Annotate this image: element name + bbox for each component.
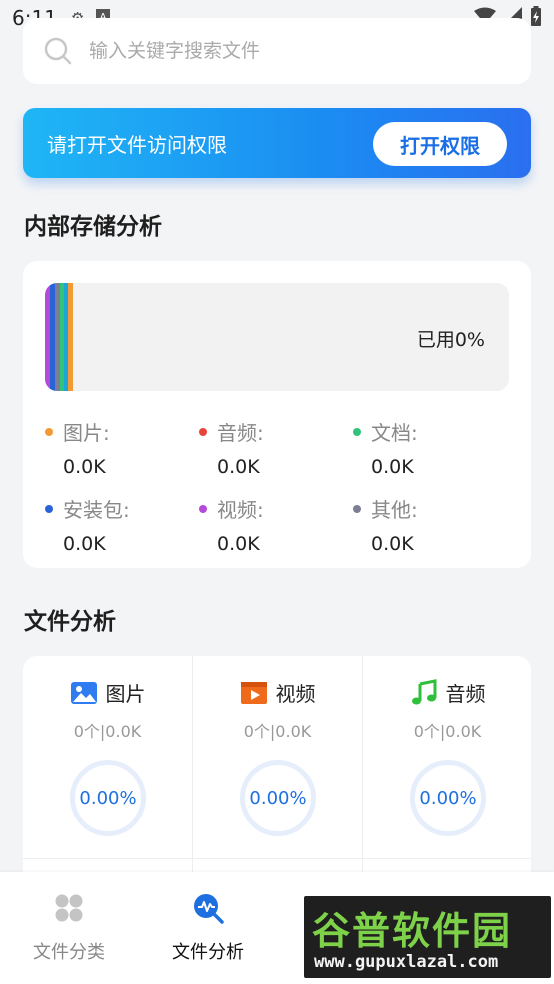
analysis-percent-ring: 0.00% xyxy=(410,760,486,836)
legend-dot xyxy=(199,504,207,513)
search-input[interactable] xyxy=(89,40,469,62)
legend-label: 其他: xyxy=(371,498,418,522)
analysis-item-label: 视频 xyxy=(275,682,316,706)
nav-tab-file-category[interactable]: 文件分类 xyxy=(14,892,124,964)
legend-label: 视频: xyxy=(217,498,264,522)
storage-section-title: 内部存储分析 xyxy=(24,214,162,240)
divider xyxy=(23,858,531,859)
legend-item-document: 文档: 0.0K xyxy=(353,417,493,478)
used-percent-label: 已用0% xyxy=(416,329,485,351)
analysis-item-audio[interactable]: 音频 0个|0.0K 0.00% xyxy=(363,656,531,866)
nav-tab-file-analysis[interactable]: 文件分析 xyxy=(153,892,263,964)
legend-value: 0.0K xyxy=(217,533,260,555)
music-icon xyxy=(411,678,436,704)
permission-text: 请打开文件访问权限 xyxy=(47,132,227,157)
search-icon xyxy=(44,37,72,65)
file-analysis-card: 图片 0个|0.0K 0.00% 视频 0个|0.0K 0.00% 音频 0个|… xyxy=(23,656,531,886)
analysis-item-label: 图片 xyxy=(105,682,146,706)
legend-item-audio: 音频: 0.0K xyxy=(199,417,339,478)
analysis-item-video[interactable]: 视频 0个|0.0K 0.00% xyxy=(193,656,362,866)
watermark-url: www.gupuxlazal.com xyxy=(314,952,499,972)
file-analysis-title: 文件分析 xyxy=(24,609,116,635)
analysis-item-meta: 0个|0.0K xyxy=(413,722,482,741)
legend-dot xyxy=(199,427,207,436)
storage-usage-bar: 已用0% xyxy=(45,283,509,391)
legend-label: 文档: xyxy=(371,421,418,445)
analysis-icon xyxy=(194,894,224,924)
legend-item-package: 安装包: 0.0K xyxy=(45,494,185,555)
legend-dot xyxy=(45,427,53,436)
search-bar[interactable] xyxy=(23,18,531,84)
video-icon xyxy=(240,681,267,704)
nav-tab-label: 文件分析 xyxy=(172,942,244,963)
legend-value: 0.0K xyxy=(371,533,414,555)
legend-label: 安装包: xyxy=(63,498,130,522)
legend-item-other: 其他: 0.0K xyxy=(353,494,493,555)
analysis-item-meta: 0个|0.0K xyxy=(243,722,312,741)
legend-label: 音频: xyxy=(217,421,264,445)
analysis-item-label: 音频 xyxy=(445,682,486,706)
analysis-percent-ring: 0.00% xyxy=(70,760,146,836)
analysis-item-meta: 0个|0.0K xyxy=(73,722,142,741)
analysis-item-image[interactable]: 图片 0个|0.0K 0.00% xyxy=(23,656,192,866)
watermark-title: 谷普软件园 xyxy=(312,908,513,953)
usage-segment-image xyxy=(68,283,73,391)
permission-banner: 请打开文件访问权限 打开权限 xyxy=(23,108,531,178)
analysis-percent-ring: 0.00% xyxy=(240,760,316,836)
legend-item-video: 视频: 0.0K xyxy=(199,494,339,555)
nav-tab-label: 文件分类 xyxy=(33,942,105,963)
legend-item-image: 图片: 0.0K xyxy=(45,417,185,478)
legend-dot xyxy=(353,427,361,436)
storage-card: 已用0% 图片: 0.0K 音频: 0.0K 文档: 0.0K 安装包: 0.0… xyxy=(23,261,531,568)
legend-value: 0.0K xyxy=(217,456,260,478)
grid-icon xyxy=(55,894,83,922)
legend-value: 0.0K xyxy=(371,456,414,478)
legend-value: 0.0K xyxy=(63,456,106,478)
image-icon xyxy=(70,681,97,704)
legend-dot xyxy=(45,504,53,513)
legend-dot xyxy=(353,504,361,513)
legend-label: 图片: xyxy=(63,421,110,445)
watermark-logo: 谷普软件园 www.gupuxlazal.com xyxy=(304,896,551,978)
battery-icon xyxy=(530,5,542,31)
open-permission-button[interactable]: 打开权限 xyxy=(373,122,507,166)
legend-value: 0.0K xyxy=(63,533,106,555)
